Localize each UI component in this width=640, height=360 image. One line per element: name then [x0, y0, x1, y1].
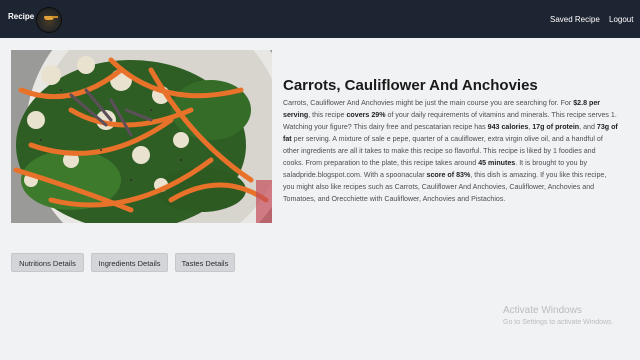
recipe-title: Carrots, Cauliflower And Anchovies: [283, 77, 538, 94]
score-highlight: score of 83%: [426, 171, 471, 179]
top-navbar: Recipe Saved Recipe Logout: [0, 0, 640, 38]
summary-text: Carrots, Cauliflower And Anchovies might…: [283, 99, 574, 107]
time-highlight: 45 minutes: [478, 159, 516, 167]
pan-handle-shape: [52, 16, 58, 18]
coverage-highlight: covers 29%: [346, 111, 386, 119]
watermark-subtitle: Go to Settings to activate Windows.: [503, 319, 614, 326]
protein-highlight: 17g of protein: [532, 123, 580, 131]
ingredients-details-button[interactable]: Ingredients Details: [91, 253, 168, 272]
summary-text: , this recipe: [308, 111, 347, 119]
activate-windows-watermark: Activate Windows Go to Settings to activ…: [503, 305, 614, 326]
nutrition-details-button[interactable]: Nutritions Details: [11, 253, 84, 272]
logout-link[interactable]: Logout: [609, 15, 633, 24]
frying-pan-logo-icon[interactable]: [36, 7, 62, 33]
calories-highlight: 943 calories: [487, 123, 529, 131]
watermark-title: Activate Windows: [503, 305, 582, 316]
salad-photo-graphic: [11, 50, 272, 223]
saved-recipe-link[interactable]: Saved Recipe: [550, 15, 600, 24]
recipe-image: [11, 50, 272, 223]
recipe-summary: Carrots, Cauliflower And Anchovies might…: [283, 97, 618, 205]
summary-text: , and: [579, 123, 597, 131]
tastes-details-button[interactable]: Tastes Details: [175, 253, 235, 272]
brand-link[interactable]: Recipe: [8, 12, 34, 21]
